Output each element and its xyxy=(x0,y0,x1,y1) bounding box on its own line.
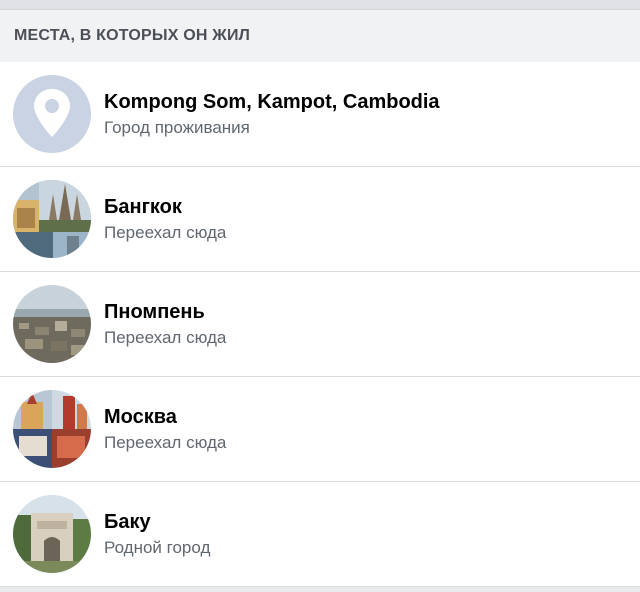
places-list: Kompong Som, Kampot, Cambodia Город прож… xyxy=(0,62,640,587)
list-item-bangkok[interactable]: Бангкок Переехал сюда xyxy=(0,167,640,272)
place-subtitle: Переехал сюда xyxy=(104,328,227,347)
place-subtitle: Город проживания xyxy=(104,118,250,137)
section-title: МЕСТА, В КОТОРЫХ ОН ЖИЛ xyxy=(14,27,251,44)
baku-photo xyxy=(13,495,91,573)
place-title: Пномпень xyxy=(104,301,205,323)
list-item-phnom-penh[interactable]: Пномпень Переехал сюда xyxy=(0,272,640,377)
location-pin-icon xyxy=(13,75,91,153)
moscow-photo xyxy=(13,390,91,468)
place-title: Kompong Som, Kampot, Cambodia xyxy=(104,91,440,113)
place-title: Бангкок xyxy=(104,196,182,218)
place-title: Баку xyxy=(104,511,151,533)
list-item-kompong-som[interactable]: Kompong Som, Kampot, Cambodia Город прож… xyxy=(0,62,640,167)
list-item-moscow[interactable]: Москва Переехал сюда xyxy=(0,377,640,482)
phnompenh-photo xyxy=(13,285,91,363)
bangkok-photo xyxy=(13,180,91,258)
list-item-baku[interactable]: Баку Родной город xyxy=(0,482,640,587)
top-divider xyxy=(0,0,640,10)
place-subtitle: Переехал сюда xyxy=(104,223,227,242)
place-title: Москва xyxy=(104,406,177,428)
bottom-divider xyxy=(0,587,640,591)
place-subtitle: Переехал сюда xyxy=(104,433,227,452)
section-header: МЕСТА, В КОТОРЫХ ОН ЖИЛ xyxy=(0,10,640,62)
place-subtitle: Родной город xyxy=(104,538,211,557)
